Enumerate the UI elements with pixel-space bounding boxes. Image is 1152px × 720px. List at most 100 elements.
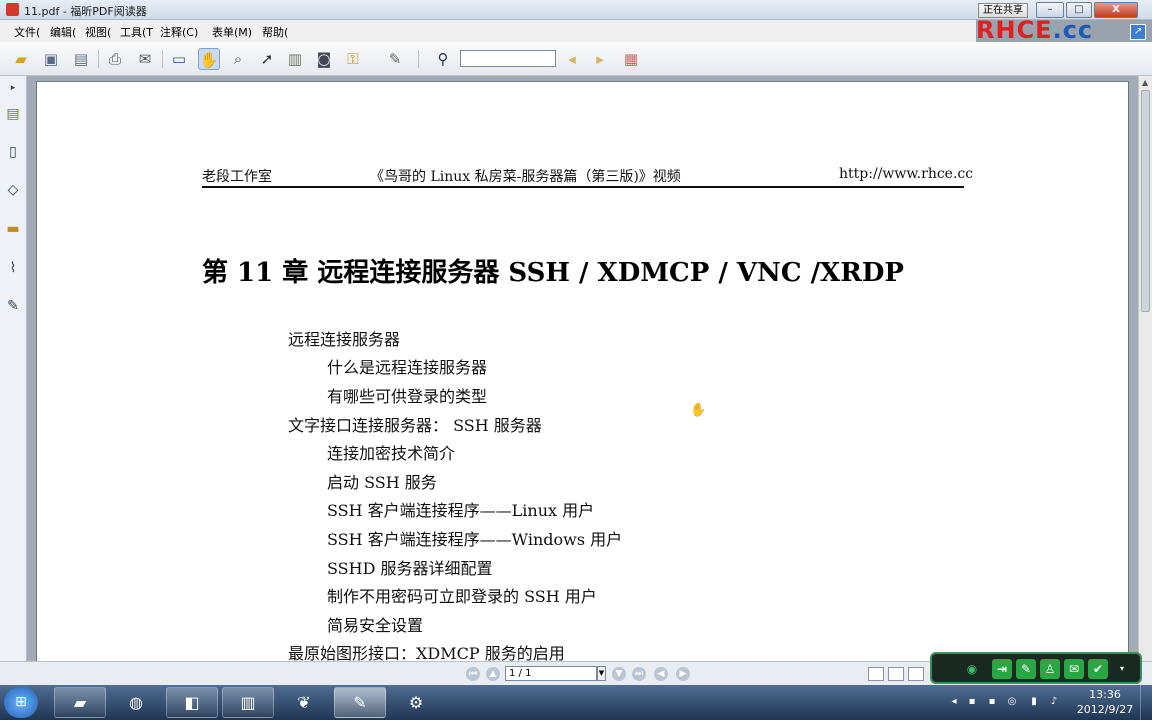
user-icon[interactable]: ♙ (1040, 659, 1060, 679)
toc-item: SSH 客户端连接程序——Windows 用户 (327, 530, 623, 549)
toc-item: 简易安全设置 (327, 616, 424, 635)
toc-item: SSH 客户端连接程序——Linux 用户 (327, 501, 595, 520)
toc-item: 什么是远程连接服务器 (327, 358, 488, 377)
explorer-task-icon[interactable]: ▰ (54, 687, 106, 718)
pages-icon[interactable]: ▯ (4, 142, 22, 162)
bookmarks-icon[interactable]: ▤ (4, 104, 22, 124)
show-desktop-button[interactable] (1140, 685, 1152, 720)
hand-tool-icon[interactable]: ✋ (198, 48, 220, 70)
menu-file[interactable]: 文件( (14, 24, 40, 40)
tray-ime-icon[interactable]: ◎ (1006, 696, 1018, 708)
scroll-thumb[interactable] (1141, 90, 1150, 312)
forward-icon[interactable]: ▶ (676, 667, 690, 681)
media-task-icon[interactable]: ▥ (222, 687, 274, 718)
select-arrow-icon[interactable]: ➚ (256, 48, 278, 70)
vertical-scrollbar[interactable]: ▲ (1138, 76, 1152, 661)
menu-help[interactable]: 帮助( (262, 24, 288, 40)
last-page-icon[interactable]: ⏭ (632, 667, 646, 681)
toc-item: 最原始图形接口：XDMCP 服务的启用 (288, 644, 565, 661)
sign-tool-icon[interactable]: ✎ (384, 48, 406, 70)
widget-menu-icon[interactable]: ▾ (1116, 659, 1128, 679)
header-rule (202, 186, 964, 188)
tray-green-icon[interactable]: ▪ (986, 696, 998, 708)
window-title: 11.pdf - 福昕PDF阅读器 (24, 5, 147, 18)
tool-icon[interactable]: ✎ (1016, 659, 1036, 679)
snapshot-icon[interactable]: ◙ (313, 48, 335, 70)
previous-page-icon[interactable]: ▲ (486, 667, 500, 681)
taskbar: ⊞ ▰ ◍ ◧ ▥ ❦ ✎ ⚙ ◂ ▪ ▪ ◎ ▮ ♪ 13:36 2012/9… (0, 685, 1152, 720)
menu-view[interactable]: 视图( (85, 24, 111, 40)
continuous-view-icon[interactable] (888, 667, 904, 681)
save-icon[interactable]: ▣ (40, 48, 62, 70)
find-previous-icon[interactable]: ◂ (561, 48, 583, 70)
toolbar-separator (98, 50, 99, 68)
tray-app-icon[interactable]: ▪ (966, 696, 978, 708)
attachments-icon[interactable]: ⌇ (4, 258, 22, 278)
tray-signal-icon[interactable]: ▮ (1028, 696, 1040, 708)
find-options-icon[interactable]: ▦ (620, 48, 642, 70)
chapter-title: 第 11 章 远程连接服务器 SSH / XDMCP / VNC /XRDP (202, 258, 904, 288)
toc-item: 制作不用密码可立即登录的 SSH 用户 (327, 587, 597, 606)
start-button[interactable]: ⊞ (4, 687, 38, 718)
menu-comment[interactable]: 注释(C) (160, 24, 198, 40)
toc-item: 启动 SSH 服务 (327, 473, 437, 492)
next-page-icon[interactable]: ▼ (612, 667, 626, 681)
scroll-up-icon[interactable]: ▲ (1142, 78, 1148, 87)
email-icon[interactable]: ✉ (134, 48, 156, 70)
page-number-input[interactable]: 1 / 1 (505, 666, 597, 681)
close-button[interactable]: X (1094, 2, 1138, 18)
print-icon[interactable]: ⎙ (104, 48, 126, 70)
foxit-task-icon[interactable]: ✎ (334, 687, 386, 718)
menu-bar: 文件( 编辑( 视图( 工具(T 注释(C) 表单(M) 帮助( (0, 20, 976, 42)
zoom-icon[interactable]: ⌕ (227, 48, 249, 70)
edit-icon[interactable]: ✔ (1088, 659, 1108, 679)
toolbar: ▰ ▣ ▤ ⎙ ✉ ▭ ✋ ⌕ ➚ ▥ ◙ ⚿ ✎ ⚲ ◂ ▸ ▦ (0, 42, 1152, 76)
logo-main-text: RHCE (976, 16, 1053, 44)
chat-icon[interactable]: ✉ (1064, 659, 1084, 679)
facing-view-icon[interactable] (908, 667, 924, 681)
open-folder-icon[interactable]: ▰ (10, 48, 32, 70)
rms-lock-icon[interactable]: ⚿ (342, 48, 364, 70)
volume-icon[interactable]: ♪ (1048, 696, 1060, 708)
pdf-page: 老段工作室 《鸟哥的 Linux 私房菜-服务器篇（第三版)》视频 http:/… (36, 81, 1129, 661)
signatures-icon[interactable]: ✎ (4, 296, 22, 316)
clock-time: 13:36 (1089, 688, 1121, 701)
screen-share-widget: ◉ ⇥ ✎ ♙ ✉ ✔ ▾ (930, 652, 1142, 684)
toc-item: 远程连接服务器 (288, 330, 401, 349)
page-header-center: 《鸟哥的 Linux 私房菜-服务器篇（第三版)》视频 (370, 169, 681, 185)
back-icon[interactable]: ◀ (654, 667, 668, 681)
left-sidebar: ▸ ▤ ▯ ◇ ▬ ⌇ ✎ (0, 76, 27, 686)
network-task-icon[interactable]: ⚙ (390, 687, 442, 718)
fullscreen-icon[interactable]: ▭ (168, 48, 190, 70)
find-input[interactable] (460, 50, 556, 67)
app-task-icon[interactable]: ◧ (166, 687, 218, 718)
app-icon (6, 3, 19, 16)
parrot-task-icon[interactable]: ❦ (278, 687, 330, 718)
browser-task-icon[interactable]: ◍ (110, 687, 162, 718)
hand-cursor-icon: ✋ (690, 403, 707, 418)
single-page-view-icon[interactable] (868, 667, 884, 681)
rhce-logo: RHCE.cc (976, 16, 1093, 44)
resize-icon[interactable]: ↗ (1130, 24, 1146, 40)
menu-form[interactable]: 表单(M) (212, 24, 252, 40)
document-view[interactable]: 老段工作室 《鸟哥的 Linux 私房菜-服务器篇（第三版)》视频 http:/… (27, 76, 1138, 661)
sidebar-expand-icon[interactable]: ▸ (4, 78, 22, 98)
first-page-icon[interactable]: ⏮ (466, 667, 480, 681)
toc-item: 有哪些可供登录的类型 (327, 387, 488, 406)
find-binoculars-icon[interactable]: ⚲ (432, 48, 454, 70)
page-dropdown-icon[interactable]: ▼ (597, 666, 606, 681)
comments-icon[interactable]: ▬ (4, 219, 22, 239)
toolbar-separator (418, 50, 419, 68)
menu-edit[interactable]: 编辑( (50, 24, 76, 40)
clock[interactable]: 13:36 2012/9/27 (1075, 687, 1135, 717)
text-select-icon[interactable]: ▥ (284, 48, 306, 70)
toc-item: 文字接口连接服务器： SSH 服务器 (288, 416, 542, 435)
tray-arrow-icon[interactable]: ◂ (948, 696, 960, 708)
menu-tools[interactable]: 工具(T (120, 24, 153, 40)
find-next-icon[interactable]: ▸ (589, 48, 611, 70)
eye-icon[interactable]: ◉ (962, 659, 982, 679)
exit-icon[interactable]: ⇥ (992, 659, 1012, 679)
page-header-right: http://www.rhce.cc (839, 166, 974, 182)
layers-icon[interactable]: ◇ (4, 180, 22, 200)
save-as-icon[interactable]: ▤ (70, 48, 92, 70)
